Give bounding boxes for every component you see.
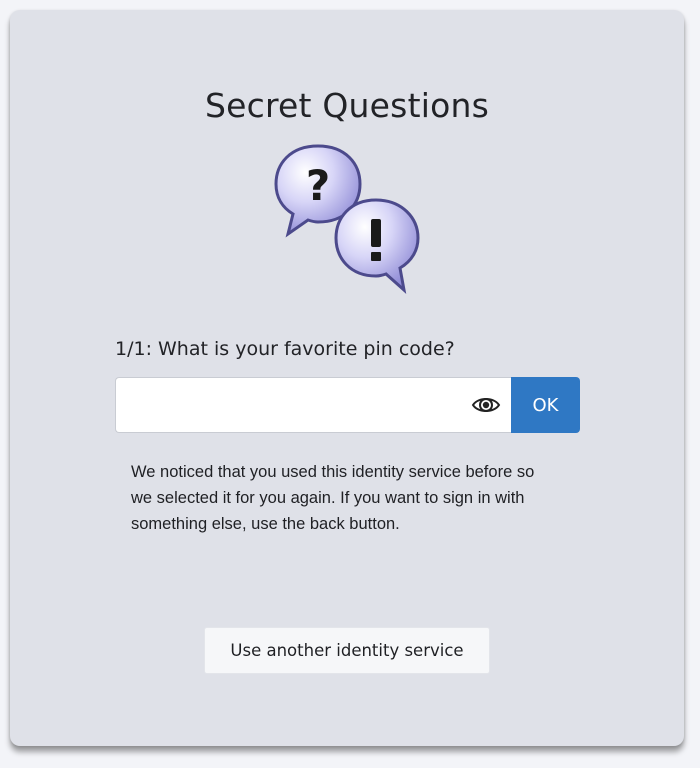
secret-questions-card: Secret Questions ? 1/1: What is your fav…: [10, 10, 684, 746]
question-exclamation-speech-bubbles-icon: ?: [274, 144, 420, 295]
use-another-identity-service-button[interactable]: Use another identity service: [204, 627, 490, 674]
eye-icon[interactable]: [471, 392, 501, 418]
question-label: 1/1: What is your favorite pin code?: [115, 338, 455, 360]
answer-field-wrapper: [115, 377, 511, 433]
answer-row: OK: [115, 377, 580, 433]
answer-input[interactable]: [116, 378, 511, 432]
ok-button[interactable]: OK: [511, 377, 580, 433]
svg-text:?: ?: [306, 161, 330, 210]
page-title: Secret Questions: [205, 86, 489, 125]
identity-notice: We noticed that you used this identity s…: [131, 463, 535, 533]
